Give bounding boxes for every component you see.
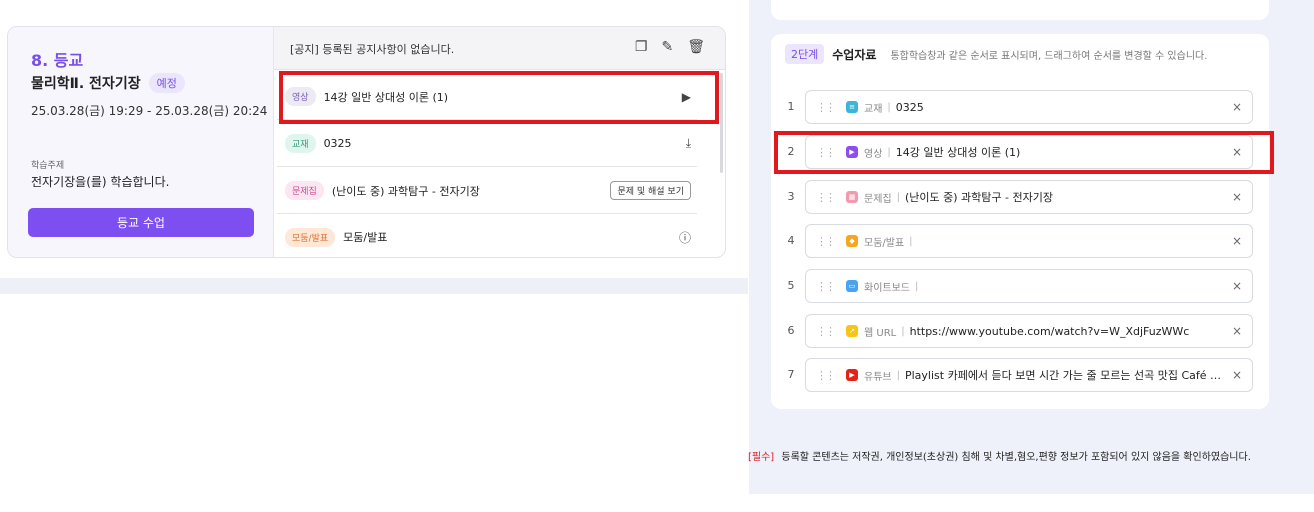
resource-title: https://www.youtube.com/watch?v=W_XdjFuz… [909,324,1190,338]
close-icon[interactable]: × [1232,190,1242,204]
drag-handle-icon[interactable]: ⋮⋮ [816,191,836,204]
resource-type: 화이트보드 [864,282,910,294]
material-tag: 문제집 [285,181,324,200]
lesson-number-title: 8. 등교 [31,51,84,70]
group-icon: ◆ [846,235,858,247]
notice-bar: [공지] 등록된 공지사항이 없습니다. ❐ ✎ 🗑 [274,27,725,70]
resource-type: 문제집 [864,193,892,205]
resource-type: 모둠/발표 [864,237,905,249]
material-name: (난이도 중) 과학탐구 - 전자기장 [331,184,480,198]
separator: | [915,280,919,292]
separator: | [896,369,900,381]
notice-actions: ❐ ✎ 🗑 [635,39,705,55]
resource-type: 교재 [864,103,883,115]
material-name: 0325 [323,137,352,150]
trash-icon[interactable]: 🗑 [687,39,705,55]
textbook-icon: ≡ [846,101,858,113]
resource-row[interactable]: ⋮⋮ ▶ 유튜브 | Playlist 카페에서 듣다 보면 시간 가는 줄 모르는 선… [805,358,1253,392]
resource-title: (난이도 중) 과학탐구 - 전자기장 [904,191,1053,204]
whiteboard-icon: ▭ [846,280,858,292]
link-icon: ↗ [846,325,858,337]
scrollbar[interactable] [720,73,723,173]
enter-class-button[interactable]: 등교 수업 [28,208,254,237]
required-notice: [필수] 등록할 콘텐츠는 저작권, 개인정보(초상권) 침해 및 차별,혐오,… [748,448,1251,463]
resource-row[interactable]: ⋮⋮ ≡ 교재 | 0325 × [805,90,1253,124]
material-name: 모둠/발표 [343,231,388,244]
material-tag: 교재 [285,134,316,153]
lesson-title-row: 물리학Ⅱ. 전자기장 예정 [31,73,185,93]
resource-number: 1 [787,100,795,113]
resource-number: 4 [787,234,795,247]
required-text: 등록할 콘텐츠는 저작권, 개인정보(초상권) 침해 및 차별,혐오,편향 정보… [781,452,1251,463]
close-icon[interactable]: × [1232,368,1242,382]
resource-number: 6 [787,324,795,337]
resource-row[interactable]: ⋮⋮ ▭ 화이트보드 | × [805,269,1253,303]
view-solution-button[interactable]: 문제 및 해설 보기 [610,181,691,200]
separator: | [896,191,900,203]
topic-text: 전자기장을(를) 학습합니다. [31,175,170,189]
quiz-icon: ▦ [846,191,858,203]
close-icon[interactable]: × [1232,279,1242,293]
previous-step-card [771,0,1269,20]
required-tag: [필수] [748,452,775,463]
highlight-box [279,71,719,124]
resource-title: 0325 [895,100,924,114]
separator: | [909,235,913,247]
material-row-group[interactable]: 모둠/발표 모둠/발표 ⓘ [277,214,697,260]
download-icon[interactable]: ⤓ [686,136,691,151]
step-title: 수업자료 [832,47,877,62]
drag-handle-icon[interactable]: ⋮⋮ [816,369,836,382]
resource-row[interactable]: ⋮⋮ ↗ 웹 URL | https://www.youtube.com/watch?v… [805,314,1253,348]
close-icon[interactable]: × [1232,324,1242,338]
material-row-textbook[interactable]: 교재 0325 ⤓ [277,121,697,167]
status-badge: 예정 [148,73,185,93]
resource-row[interactable]: ⋮⋮ ◆ 모둠/발표 | × [805,224,1253,258]
resource-type: 유튜브 [864,371,892,383]
resource-number: 3 [787,190,795,203]
step-badge: 2단계 [785,44,825,64]
close-icon[interactable]: × [1232,234,1242,248]
lesson-info: 8. 등교 물리학Ⅱ. 전자기장 예정 25.03.28(금) 19:29 - … [8,27,274,257]
youtube-icon: ▶ [846,369,858,381]
separator: | [901,325,905,337]
separator: | [887,101,891,113]
info-icon[interactable]: ⓘ [679,229,691,246]
material-row-quiz[interactable]: 문제집 (난이도 중) 과학탐구 - 전자기장 문제 및 해설 보기 [277,168,697,214]
resource-title: Playlist 카페에서 듣다 보면 시간 가는 줄 모르는 선곡 맛집 Ca… [904,369,1225,382]
step-header: 2단계 수업자료 통합학습창과 같은 순서로 표시되며, 드래그하여 순서를 변… [785,44,1207,64]
material-tag: 모둠/발표 [285,227,336,247]
drag-handle-icon[interactable]: ⋮⋮ [816,280,836,293]
step-description: 통합학습창과 같은 순서로 표시되며, 드래그하여 순서를 변경할 수 있습니다… [890,50,1208,62]
drag-handle-icon[interactable]: ⋮⋮ [816,235,836,248]
highlight-box [774,131,1274,174]
notice-text: [공지] 등록된 공지사항이 없습니다. [290,43,455,56]
resource-number: 5 [787,279,795,292]
lesson-date-range: 25.03.28(금) 19:29 - 25.03.28(금) 20:24 [31,104,268,118]
resource-type: 웹 URL [864,327,897,339]
lesson-title: 물리학Ⅱ. 전자기장 [31,76,141,92]
drag-handle-icon[interactable]: ⋮⋮ [816,101,836,114]
resource-row[interactable]: ⋮⋮ ▦ 문제집 | (난이도 중) 과학탐구 - 전자기장 × [805,180,1253,214]
close-icon[interactable]: × [1232,100,1242,114]
left-panel-footer [0,278,748,294]
copy-icon[interactable]: ❐ [635,39,648,55]
topic-label: 학습주제 [31,161,65,171]
drag-handle-icon[interactable]: ⋮⋮ [816,325,836,338]
edit-icon[interactable]: ✎ [661,39,673,55]
resource-number: 7 [787,368,795,381]
